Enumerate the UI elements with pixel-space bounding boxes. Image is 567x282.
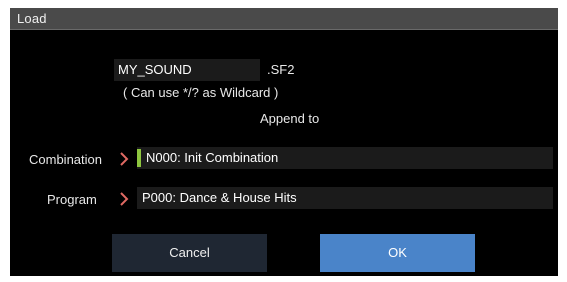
filename-input[interactable]: MY_SOUND <box>114 59 260 81</box>
chevron-right-icon[interactable] <box>119 152 129 166</box>
program-select[interactable]: P000: Dance & House Hits <box>137 187 553 209</box>
selection-cursor <box>137 149 141 167</box>
combination-value: N000: Init Combination <box>146 150 279 165</box>
cancel-button[interactable]: Cancel <box>112 234 267 272</box>
append-to-label: Append to <box>260 111 320 126</box>
combination-select[interactable]: N000: Init Combination <box>137 147 553 169</box>
dialog-titlebar: Load <box>10 8 558 30</box>
file-extension-label: .SF2 <box>267 62 295 77</box>
load-dialog: Load MY_SOUND .SF2 ( Can use */? as Wild… <box>10 8 558 276</box>
dialog-title: Load <box>17 11 47 26</box>
combination-label: Combination <box>29 152 102 167</box>
program-label: Program <box>47 192 97 207</box>
wildcard-hint: ( Can use */? as Wildcard ) <box>123 85 279 100</box>
ok-button[interactable]: OK <box>320 234 475 272</box>
chevron-right-icon[interactable] <box>119 192 129 206</box>
program-value: P000: Dance & House Hits <box>142 190 297 205</box>
